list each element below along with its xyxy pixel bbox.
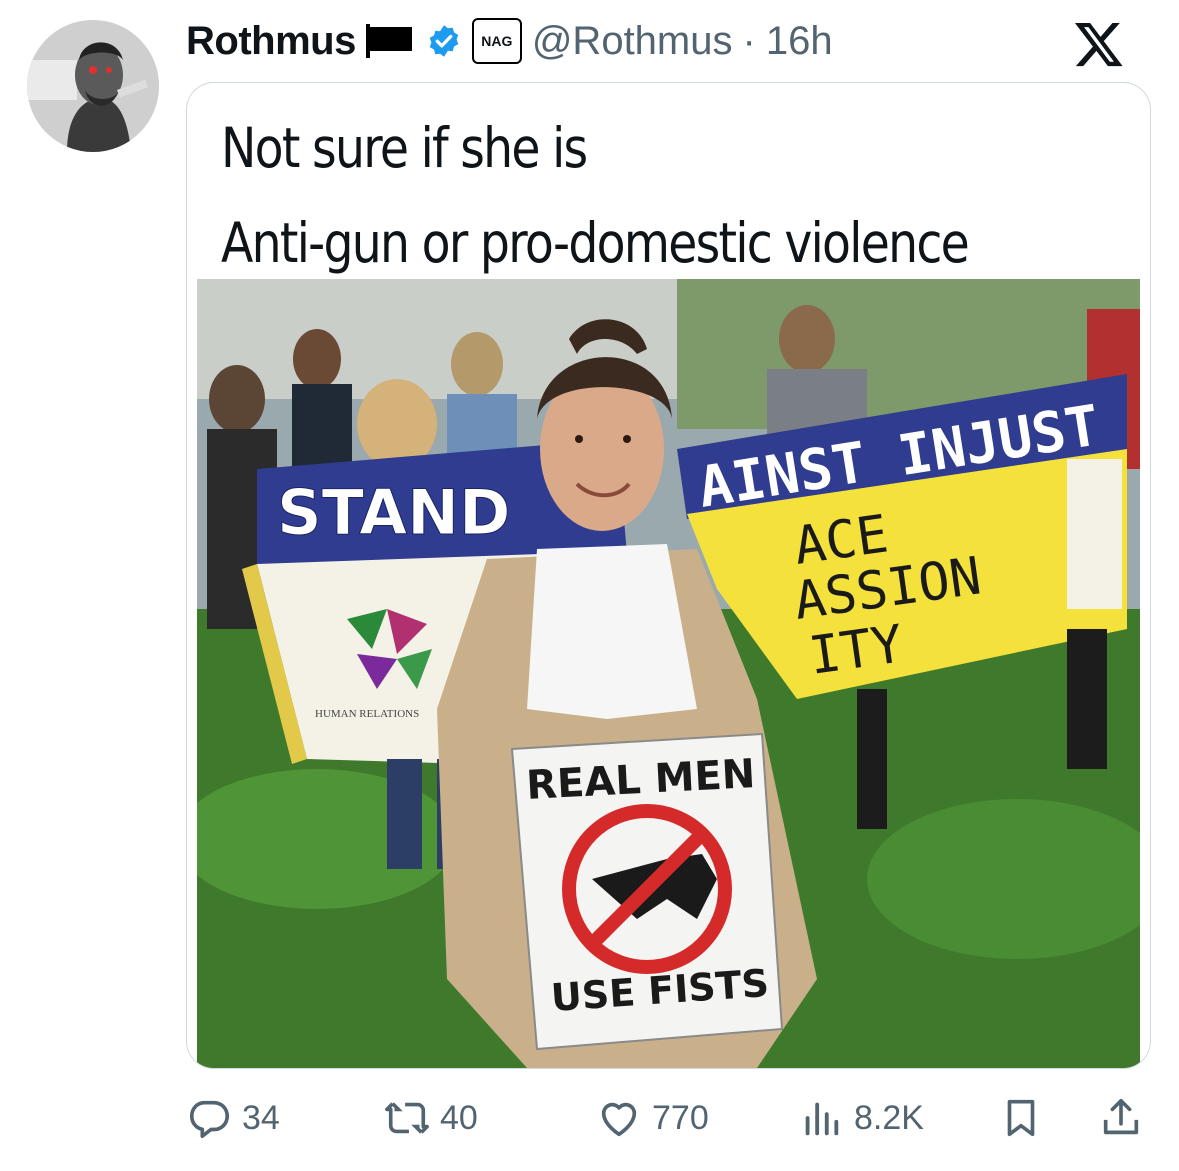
tweet-media[interactable]: Not sure if she is Anti-gun or pro-domes… (186, 82, 1151, 1069)
views-count: 8.2K (854, 1098, 924, 1137)
banner-left-text: STAND (277, 476, 510, 549)
repost-icon (385, 1102, 429, 1134)
affiliation-badge[interactable]: NAG (471, 18, 522, 64)
caption-line-2: Anti-gun or pro-domestic violence (221, 211, 970, 275)
tweet-header: Rothmus NAG @Rothmus · 16h (186, 14, 833, 68)
meme-caption: Not sure if she is Anti-gun or pro-domes… (221, 101, 970, 291)
x-logo-icon[interactable] (1072, 18, 1126, 70)
share-button[interactable] (1098, 1090, 1144, 1146)
bookmark-button[interactable] (998, 1090, 1044, 1146)
verified-badge-icon[interactable] (426, 23, 462, 59)
reply-count: 34 (242, 1098, 280, 1137)
repost-count: 40 (440, 1098, 478, 1137)
tweet-time[interactable]: 16h (766, 19, 833, 64)
like-icon (601, 1102, 637, 1137)
protest-photo: HUMAN RELATIONS STAND AINST INJUST ACE A… (197, 279, 1140, 1068)
views-button[interactable]: 8.2K (798, 1090, 924, 1146)
author-handle[interactable]: @Rothmus (532, 19, 733, 64)
views-icon (805, 1102, 839, 1136)
caption-line-1: Not sure if she is (221, 116, 588, 180)
avatar-image (27, 20, 159, 152)
reply-icon (189, 1100, 230, 1139)
like-count: 770 (652, 1098, 709, 1137)
bookmark-icon (1007, 1099, 1035, 1137)
meta-separator: · (742, 18, 756, 63)
share-icon (1103, 1098, 1139, 1135)
reply-button[interactable]: 34 (186, 1090, 280, 1146)
flag-icon (365, 24, 412, 58)
author-avatar[interactable] (27, 20, 159, 152)
tweet-actions: 34 40 770 8.2K (186, 1090, 1149, 1150)
like-button[interactable]: 770 (596, 1090, 709, 1146)
author-name[interactable]: Rothmus (186, 19, 356, 64)
repost-button[interactable]: 40 (384, 1090, 478, 1146)
banner-logo-text: HUMAN RELATIONS (315, 708, 419, 720)
